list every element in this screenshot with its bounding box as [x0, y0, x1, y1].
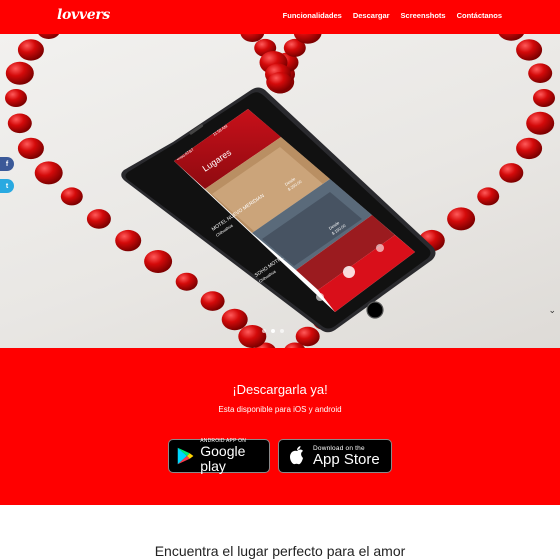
download-section: ¡Descargarla ya! Esta disponible para iO…: [0, 348, 560, 505]
candy-bead: [533, 89, 555, 107]
nav-menu: Funcionalidades Descargar Screenshots Co…: [283, 11, 502, 20]
candy-bead: [498, 34, 525, 41]
candy-bead: [516, 137, 543, 160]
phone-mockup: [121, 87, 436, 333]
facebook-share-button[interactable]: f: [0, 157, 14, 171]
google-play-big-text: Google play: [200, 443, 246, 474]
candy-bead: [60, 187, 83, 206]
candy-bead: [5, 61, 34, 85]
twitter-icon: t: [5, 182, 9, 190]
hero-carousel: •••oo AT&T 11:58 AM Lugares MOTEL NUEVO …: [0, 34, 560, 348]
candy-bead: [5, 89, 27, 107]
candy-bead: [528, 63, 553, 83]
download-subtitle: Esta disponible para iOS y android: [218, 405, 342, 414]
hero-image: •••oo AT&T 11:58 AM Lugares MOTEL NUEVO …: [5, 34, 555, 348]
carousel-dot[interactable]: [271, 329, 275, 333]
google-play-badge[interactable]: ANDROID APP ON Google play: [168, 438, 270, 474]
nav-item-funcionalidades[interactable]: Funcionalidades: [283, 11, 342, 20]
candy-bead: [200, 291, 225, 311]
top-navbar: lovvers Funcionalidades Descargar Screen…: [0, 0, 560, 34]
candy-bead: [38, 34, 60, 39]
scroll-arrow-icon[interactable]: ⌄: [548, 305, 556, 316]
candy-bead: [144, 250, 173, 273]
candy-bead: [17, 137, 44, 160]
candy-bead: [447, 207, 476, 231]
candy-bead: [267, 72, 292, 92]
app-store-badge[interactable]: Download on the App Store: [278, 439, 392, 473]
candy-bead: [17, 39, 44, 61]
candy-bead: [34, 161, 63, 185]
candy-bead: [221, 308, 248, 331]
carousel-dot[interactable]: [280, 329, 284, 333]
download-title: ¡Descargarla ya!: [232, 382, 328, 397]
candy-bead: [499, 163, 524, 183]
nav-item-screenshots[interactable]: Screenshots: [401, 11, 446, 20]
section-title: Encuentra el lugar perfecto para el amor: [154, 543, 406, 559]
apple-icon: [290, 446, 303, 465]
candy-bead: [516, 39, 543, 61]
nav-item-contactanos[interactable]: Contáctanos: [457, 11, 502, 20]
candy-bead: [175, 272, 198, 291]
nav-item-descargar[interactable]: Descargar: [353, 11, 390, 20]
carousel-dot[interactable]: [262, 329, 266, 333]
carousel-indicators: [262, 329, 284, 333]
candy-bead: [477, 187, 500, 206]
brand-logo[interactable]: lovvers: [57, 7, 110, 23]
twitter-share-button[interactable]: t: [0, 179, 14, 193]
app-store-big-text: App Store: [313, 451, 380, 468]
candy-bead: [115, 229, 142, 252]
facebook-icon: f: [5, 160, 9, 168]
candy-bead: [7, 113, 32, 134]
google-play-icon: [177, 447, 194, 465]
candy-bead: [526, 111, 555, 135]
candy-bead: [86, 209, 111, 229]
